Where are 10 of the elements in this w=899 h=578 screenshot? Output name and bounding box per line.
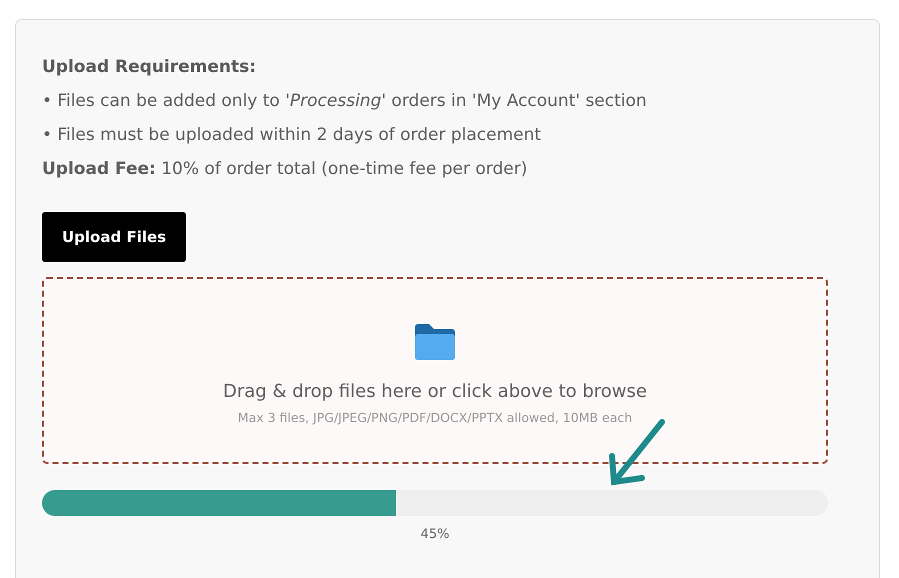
- progress-percent: 45%: [420, 527, 450, 542]
- requirements-heading: Upload Requirements:: [42, 56, 258, 79]
- requirement-item: • Files can be added only to 'Processing' orders in 'My Account' section: [42, 90, 648, 113]
- requirement-item: • Files must be uploaded within 2 days of order placement: [42, 124, 542, 147]
- folder-icon: [413, 322, 457, 360]
- upload-fee-text: Upload Fee: 10% of order total (one-time fee per order): [42, 158, 528, 181]
- dropzone-hint: Max 3 files, JPG/JPEG/PNG/PDF/DOCX/PPTX allowed, 10MB each: [238, 410, 632, 424]
- upload-files-button[interactable]: Upload Files: [42, 212, 186, 262]
- dropzone-title: Drag & drop files here or click above to browse: [223, 380, 647, 402]
- dropzone[interactable]: Drag & drop files here or click above to browse Max 3 files, JPG/JPEG/PNG/PDF/DOCX/PPTX allowed, 10MB each: [42, 277, 828, 464]
